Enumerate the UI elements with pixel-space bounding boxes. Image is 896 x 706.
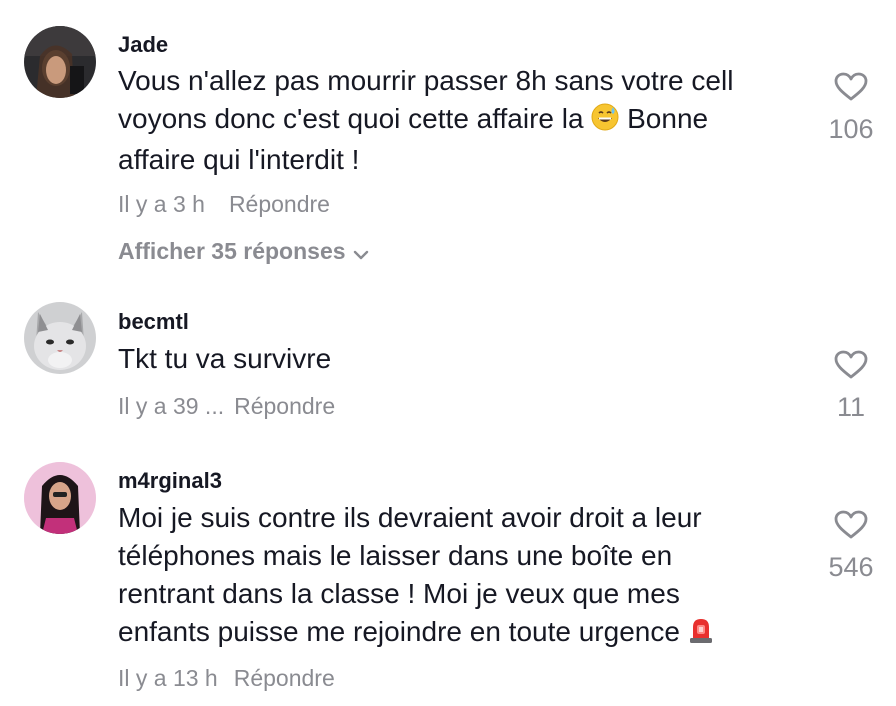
like-button[interactable]: 546	[816, 510, 886, 583]
comment-text-fragment: Bonne	[627, 103, 709, 134]
comment-username[interactable]: Jade	[118, 32, 168, 58]
comment-text-line: enfants puisse me rejoindre en toute urg…	[118, 613, 778, 654]
avatar-becmtl-image	[24, 302, 96, 374]
comment-text-line: affaire qui l'interdit !	[118, 144, 360, 175]
comment-text-line: voyons donc c'est quoi cette affaire la …	[118, 100, 778, 141]
comment-text-line: Moi je suis contre ils devraient avoir d…	[118, 502, 702, 533]
comment-timestamp: Il y a 3 h	[118, 191, 205, 217]
heart-outline-icon	[816, 510, 886, 545]
like-button[interactable]: 106	[816, 72, 886, 145]
avatar-jade-image	[24, 26, 96, 98]
comment-meta: Il y a 39 ... Répondre	[118, 392, 335, 420]
avatar-m4rginal3-image	[24, 462, 96, 534]
comment-text: Moi je suis contre ils devraient avoir d…	[118, 499, 778, 654]
heart-outline-icon	[816, 72, 886, 107]
like-count: 546	[828, 552, 874, 582]
comment-text: Vous n'allez pas mourrir passer 8h sans …	[118, 62, 778, 179]
chevron-down-icon	[352, 239, 370, 267]
grinning-sweat-emoji-icon	[591, 103, 619, 141]
reply-button[interactable]: Répondre	[234, 665, 335, 691]
comment-meta: Il y a 13 h Répondre	[118, 664, 335, 692]
like-count: 11	[836, 392, 866, 422]
comment-text-line: Tkt tu va survivre	[118, 343, 332, 374]
rotating-light-emoji-icon	[688, 616, 714, 654]
like-button[interactable]: 11	[816, 350, 886, 423]
comment-meta: Il y a 3 h Répondre	[118, 190, 330, 218]
comment-text-line: rentrant dans la classe ! Moi je veux qu…	[118, 578, 680, 609]
comment-text: Tkt tu va survivre	[118, 340, 778, 378]
comment-text-fragment: voyons donc c'est quoi cette affaire la	[118, 103, 584, 134]
avatar[interactable]	[24, 302, 96, 374]
comment-text-line: Vous n'allez pas mourrir passer 8h sans …	[118, 65, 734, 96]
reply-button[interactable]: Répondre	[234, 393, 335, 419]
comment-username[interactable]: becmtl	[118, 309, 189, 335]
avatar[interactable]	[24, 462, 96, 534]
comment-text-line: téléphones mais le laisser dans une boît…	[118, 540, 673, 571]
comment-timestamp: Il y a 39 ...	[118, 393, 225, 419]
comment-timestamp: Il y a 13 h	[118, 665, 218, 691]
view-replies-label: Afficher 35 réponses	[118, 238, 346, 264]
like-count: 106	[828, 114, 874, 144]
heart-outline-icon	[816, 350, 886, 385]
view-replies-button[interactable]: Afficher 35 réponses	[118, 237, 370, 267]
comment-text-fragment: enfants puisse me rejoindre en toute urg…	[118, 616, 680, 647]
reply-button[interactable]: Répondre	[229, 191, 330, 217]
comment-username[interactable]: m4rginal3	[118, 468, 222, 494]
avatar[interactable]	[24, 26, 96, 98]
